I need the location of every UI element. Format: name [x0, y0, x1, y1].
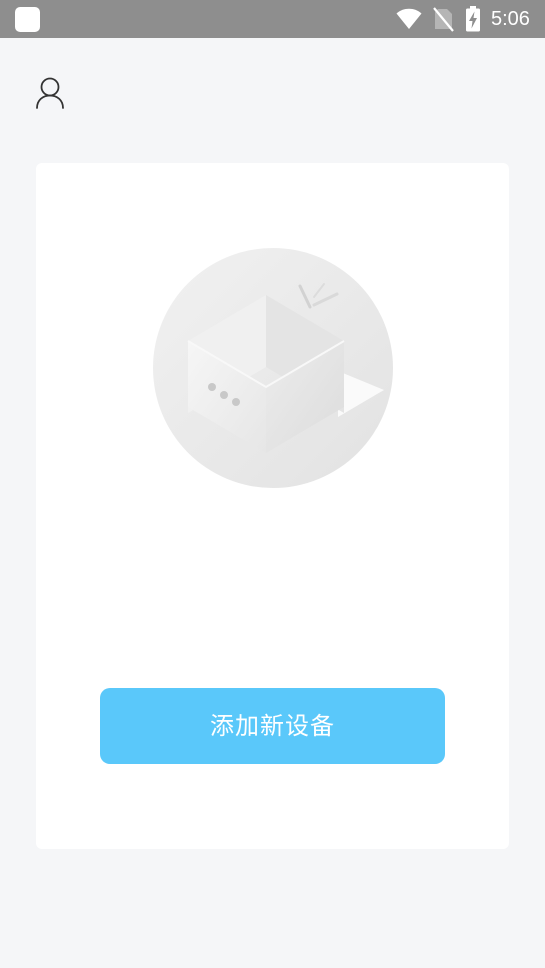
wifi-icon: [396, 8, 422, 29]
empty-state-card: 添加新设备: [36, 163, 509, 849]
person-outline-icon: [36, 77, 64, 109]
no-sim-icon: [433, 7, 454, 32]
battery-charging-icon: [466, 6, 480, 32]
status-bar: 5:06: [0, 0, 545, 38]
profile-icon[interactable]: [33, 76, 67, 112]
status-time: 5:06: [491, 8, 530, 30]
app-indicator-icon: [15, 7, 40, 32]
add-device-button[interactable]: 添加新设备: [100, 688, 445, 764]
empty-box-icon: [153, 248, 393, 488]
